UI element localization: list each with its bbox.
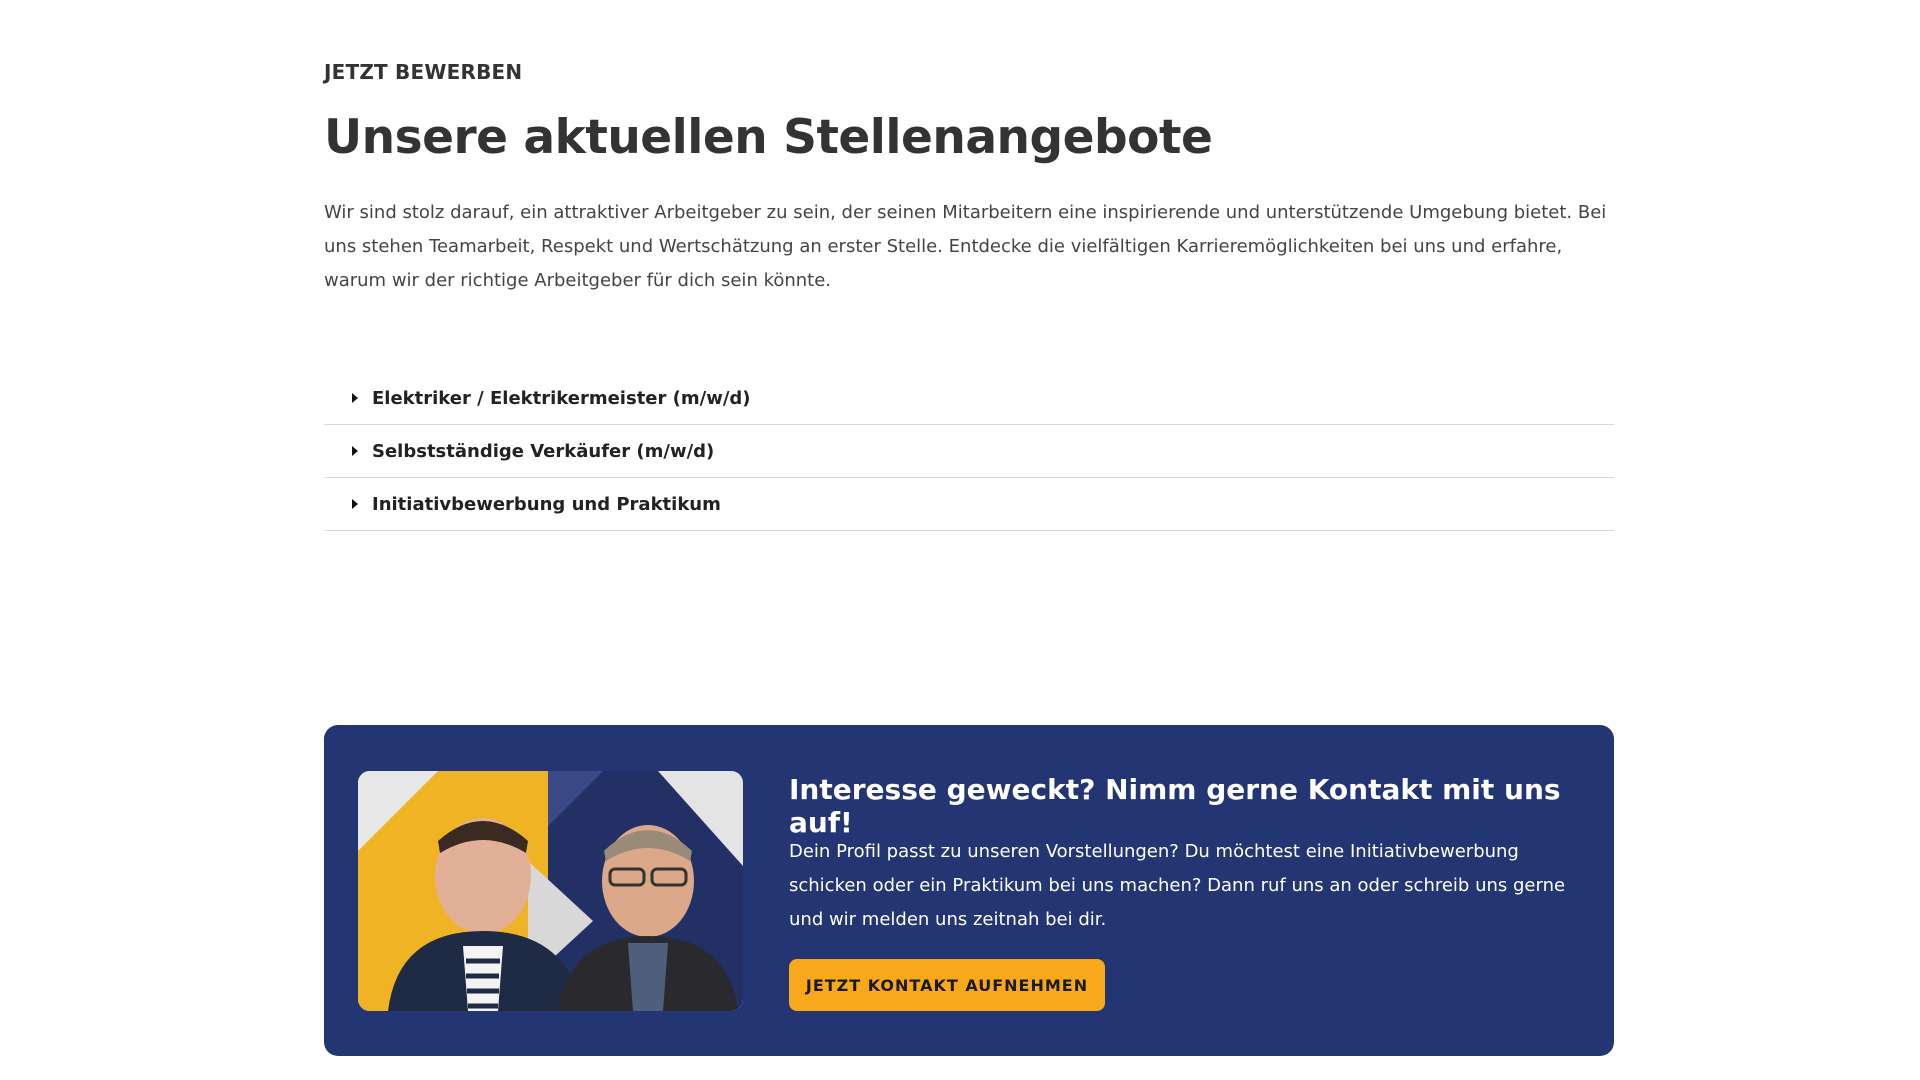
intro-paragraph: Wir sind stolz darauf, ein attraktiver A… bbox=[324, 202, 1607, 291]
caret-right-icon bbox=[352, 499, 358, 509]
jobs-accordion: Elektriker / Elektrikermeister (m/w/d) S… bbox=[324, 372, 1614, 531]
accordion-item-label: Selbstständige Verkäufer (m/w/d) bbox=[372, 440, 715, 462]
team-photo bbox=[358, 771, 743, 1011]
caret-right-icon bbox=[352, 446, 358, 456]
cta-text: Dein Profil passt zu unseren Vorstellung… bbox=[789, 841, 1566, 930]
accordion-item-initiativbewerbung[interactable]: Initiativbewerbung und Praktikum bbox=[324, 478, 1614, 531]
page-title: Unsere aktuellen Stellenangebote bbox=[324, 110, 1213, 165]
accordion-item-verkaeufer[interactable]: Selbstständige Verkäufer (m/w/d) bbox=[324, 425, 1614, 478]
caret-right-icon bbox=[352, 393, 358, 403]
accordion-item-label: Initiativbewerbung und Praktikum bbox=[372, 493, 721, 515]
section-eyebrow: JETZT BEWERBEN bbox=[324, 60, 523, 84]
contact-button[interactable]: JETZT KONTAKT AUFNEHMEN bbox=[789, 959, 1105, 1011]
cta-title: Interesse geweckt? Nimm gerne Kontakt mi… bbox=[789, 773, 1561, 839]
accordion-item-label: Elektriker / Elektrikermeister (m/w/d) bbox=[372, 387, 751, 409]
accordion-item-elektriker[interactable]: Elektriker / Elektrikermeister (m/w/d) bbox=[324, 372, 1614, 425]
contact-cta-card: Interesse geweckt? Nimm gerne Kontakt mi… bbox=[324, 725, 1614, 1056]
